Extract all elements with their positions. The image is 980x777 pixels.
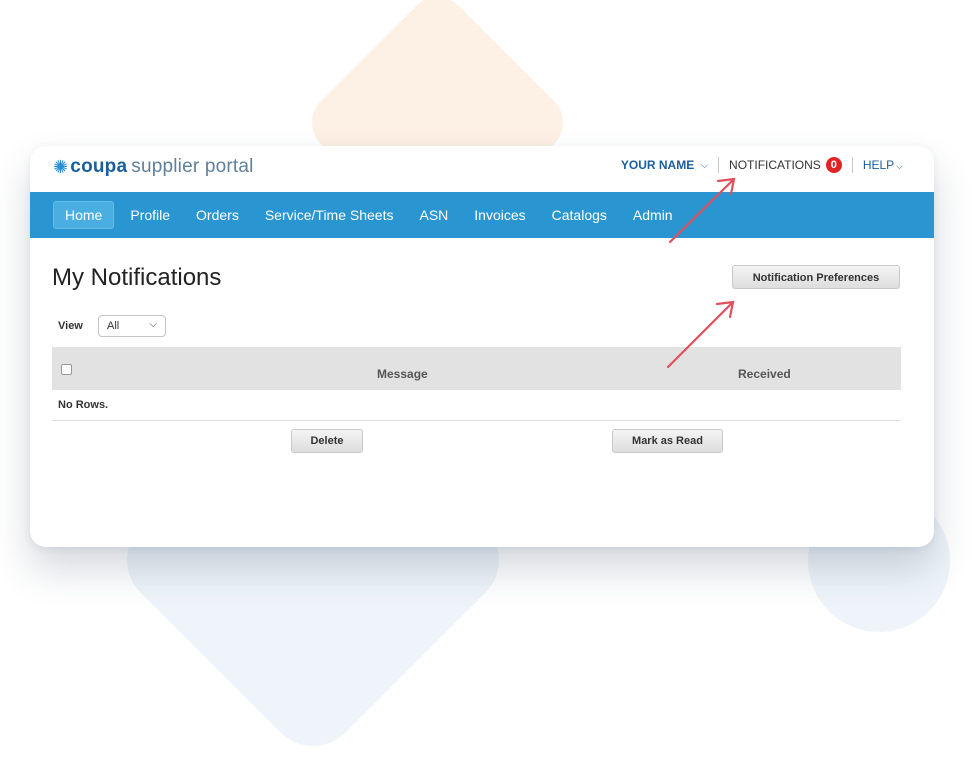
column-header-received[interactable]: Received xyxy=(738,367,791,381)
nav-home[interactable]: Home xyxy=(53,201,115,229)
table-header: Message Received xyxy=(52,347,901,390)
chevron-down-icon: ⌵ xyxy=(896,161,903,171)
nav-admin[interactable]: Admin xyxy=(633,202,673,228)
empty-table-message: No Rows. xyxy=(58,399,109,411)
nav-invoices[interactable]: Invoices xyxy=(474,202,525,228)
main-nav: Home Profile Orders Service/Time Sheets … xyxy=(30,192,934,238)
table-divider xyxy=(52,420,901,421)
nav-service-time-sheets[interactable]: Service/Time Sheets xyxy=(265,202,394,228)
page-title: My Notifications xyxy=(52,264,222,291)
help-menu[interactable]: HELP ⌵ xyxy=(863,158,903,172)
notifications-count-badge[interactable]: 0 xyxy=(825,157,842,173)
user-menu[interactable]: YOUR NAME xyxy=(621,158,694,172)
divider xyxy=(718,157,720,173)
chevron-down-icon: ⌵ xyxy=(149,319,157,330)
delete-button[interactable]: Delete xyxy=(291,429,363,453)
view-select[interactable]: All ⌵ xyxy=(98,315,166,337)
view-label: View xyxy=(58,320,83,332)
logo-brand: coupa xyxy=(70,156,128,177)
nav-catalogs[interactable]: Catalogs xyxy=(552,202,607,228)
chevron-down-icon[interactable]: ⌵ xyxy=(701,160,708,171)
nav-profile[interactable]: Profile xyxy=(130,202,170,228)
top-bar: ✺ coupa supplier portal YOUR NAME ⌵ NOTI… xyxy=(30,146,934,192)
divider xyxy=(851,157,853,173)
portal-window: ✺ coupa supplier portal YOUR NAME ⌵ NOTI… xyxy=(30,146,934,547)
coupa-star-icon: ✺ xyxy=(53,156,69,177)
mark-as-read-button[interactable]: Mark as Read xyxy=(612,429,723,453)
help-label: HELP xyxy=(862,158,895,172)
select-all-checkbox[interactable] xyxy=(61,364,72,375)
coupa-logo[interactable]: ✺ coupa supplier portal xyxy=(53,156,254,178)
nav-asn[interactable]: ASN xyxy=(419,202,448,228)
column-header-message[interactable]: Message xyxy=(377,367,428,381)
view-selected-value: All xyxy=(107,320,120,332)
notifications-link[interactable]: NOTIFICATIONS xyxy=(729,158,821,172)
logo-subtitle: supplier portal xyxy=(131,156,254,177)
notification-preferences-button[interactable]: Notification Preferences xyxy=(732,265,900,289)
top-links: YOUR NAME ⌵ NOTIFICATIONS 0 HELP ⌵ xyxy=(621,157,903,173)
nav-orders[interactable]: Orders xyxy=(196,202,239,228)
